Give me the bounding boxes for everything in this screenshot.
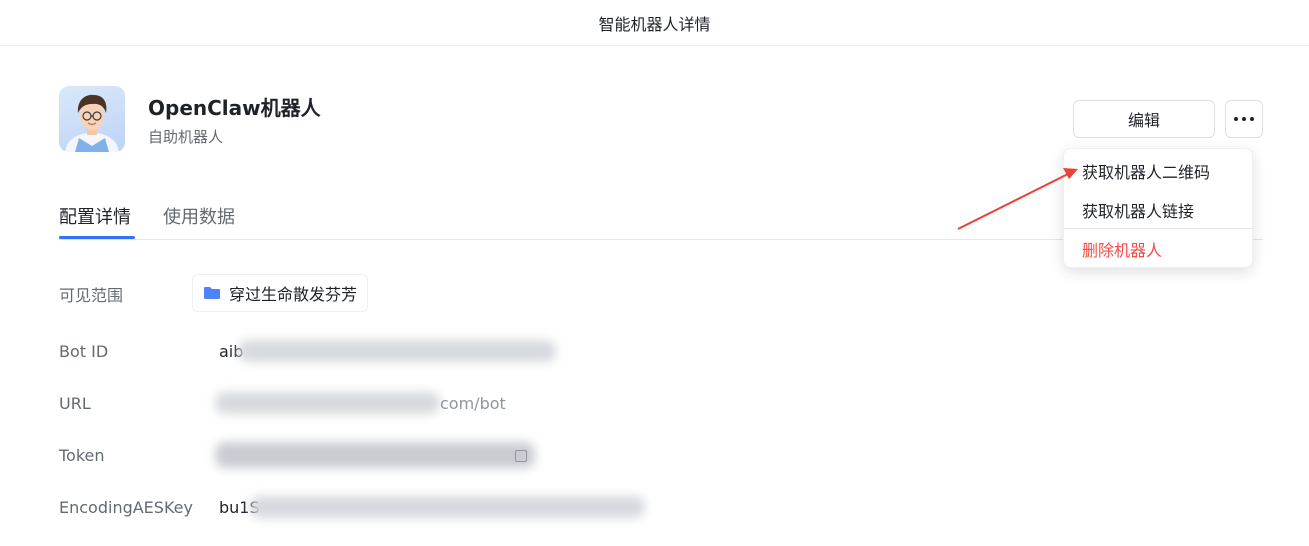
- title-bar: 智能机器人详情: [0, 0, 1309, 46]
- tab-config-details[interactable]: 配置详情: [59, 203, 131, 229]
- bot-type: 自助机器人: [148, 128, 224, 146]
- menu-item-get-link[interactable]: 获取机器人链接: [1082, 198, 1194, 222]
- edit-button[interactable]: 编辑: [1073, 100, 1215, 138]
- aes-key-label: EncodingAESKey: [59, 498, 193, 517]
- more-button[interactable]: [1225, 100, 1263, 138]
- avatar-illustration: [65, 94, 119, 152]
- copy-icon[interactable]: [515, 450, 527, 462]
- menu-divider: [1064, 228, 1252, 229]
- url-value-suffix: com/bot: [440, 394, 506, 413]
- tab-usage-data[interactable]: 使用数据: [163, 203, 235, 229]
- scope-value: 穿过生命散发芬芳: [229, 285, 358, 304]
- url-redaction: [215, 392, 440, 414]
- bot-name: OpenClaw机器人: [148, 96, 321, 120]
- scope-chip: 穿过生命散发芬芳: [192, 274, 369, 312]
- annotation-arrow: [957, 168, 1078, 230]
- aes-key-redaction: [250, 496, 645, 518]
- bot-id-redaction: [238, 340, 556, 362]
- avatar: [59, 86, 125, 152]
- url-label: URL: [59, 394, 91, 413]
- bot-id-label: Bot ID: [59, 342, 109, 361]
- more-dots-icon: [1234, 117, 1254, 121]
- folder-icon: [204, 287, 220, 299]
- token-label: Token: [59, 446, 105, 465]
- menu-item-delete-bot[interactable]: 删除机器人: [1082, 237, 1162, 261]
- menu-item-get-qrcode[interactable]: 获取机器人二维码: [1082, 159, 1210, 183]
- more-actions-menu: 获取机器人二维码 获取机器人链接 删除机器人: [1063, 148, 1253, 268]
- active-tab-indicator: [59, 236, 135, 239]
- scope-label: 可见范围: [59, 286, 124, 305]
- token-redaction: [215, 442, 535, 468]
- page-title: 智能机器人详情: [598, 14, 711, 34]
